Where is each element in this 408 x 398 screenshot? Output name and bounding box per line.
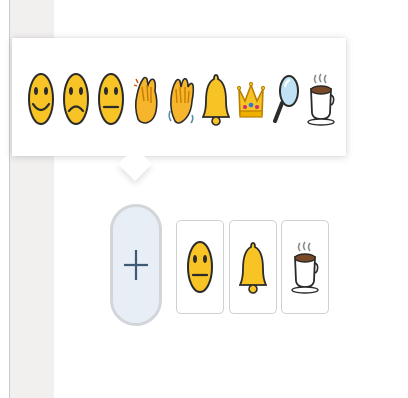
bell-icon xyxy=(201,74,230,126)
plus-icon xyxy=(124,250,148,280)
emoji-option-bell[interactable] xyxy=(200,68,231,130)
window-left-edge xyxy=(0,0,10,398)
emoji-option-smile[interactable] xyxy=(25,68,56,130)
reaction-coffee[interactable] xyxy=(281,220,329,314)
wave-icon xyxy=(167,77,194,124)
crown-icon xyxy=(236,81,265,118)
magnifier-icon xyxy=(272,75,299,123)
coffee-icon xyxy=(291,241,319,294)
emoji-option-coffee[interactable] xyxy=(305,68,336,130)
coffee-icon xyxy=(306,73,335,126)
emoji-option-neutral[interactable] xyxy=(95,68,126,130)
reaction-neutral-face[interactable] xyxy=(176,220,224,314)
emoji-option-wave[interactable] xyxy=(165,68,196,130)
neutral-face-icon xyxy=(97,73,124,125)
bell-icon xyxy=(239,242,267,294)
emoji-option-clap[interactable] xyxy=(130,68,161,130)
emoji-option-frown[interactable] xyxy=(60,68,91,130)
emoji-option-crown[interactable] xyxy=(235,68,266,130)
add-reaction-button[interactable] xyxy=(110,204,162,326)
emoji-option-magnifier[interactable] xyxy=(270,68,301,130)
emoji-picker-row xyxy=(25,68,336,130)
smile-icon xyxy=(27,73,54,125)
frown-icon xyxy=(62,73,89,125)
reaction-bell[interactable] xyxy=(229,220,277,314)
clap-icon xyxy=(133,76,158,124)
neutral-face-icon xyxy=(187,241,213,293)
